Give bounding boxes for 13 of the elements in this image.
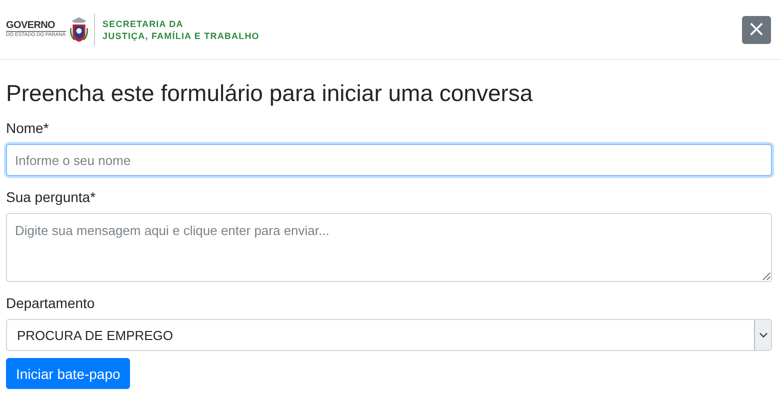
department-select[interactable]: PROCURA DE EMPREGO xyxy=(6,319,772,351)
name-field[interactable]: Informe o seu nome xyxy=(6,144,772,176)
form-title: Preencha este formulário para iniciar uma conversa xyxy=(6,79,534,108)
field-label: Sua pergunta* xyxy=(6,189,97,205)
field-label: Nome* xyxy=(6,120,50,136)
logo-title: GOVERNO xyxy=(6,20,66,32)
field-label: Departamento xyxy=(6,295,96,311)
close-button[interactable]: × xyxy=(742,16,771,44)
department-name: JUSTIÇA, FAMÍLIA E TRABALHO xyxy=(102,30,260,42)
coat-of-arms-icon xyxy=(68,16,89,42)
department-name: SECRETARIA DA xyxy=(102,18,184,30)
message-field[interactable]: Digite sua mensagem aqui e clique enter para enviar... xyxy=(6,213,772,282)
start-chat-button[interactable]: Iniciar bate-papo xyxy=(6,358,130,389)
